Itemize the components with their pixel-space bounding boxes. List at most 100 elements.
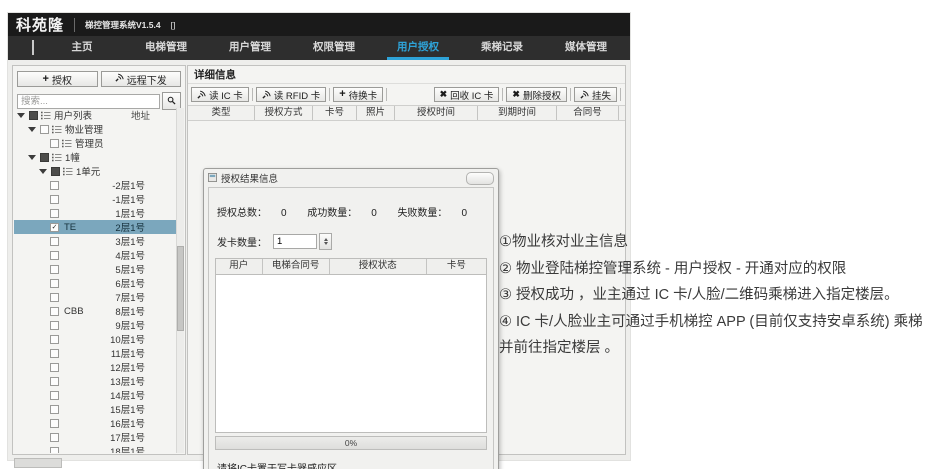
detail-table-header: 类型授权方式卡号照片授权时间到期时间合同号	[188, 105, 625, 121]
tree-floor-row-7[interactable]: 6层1号	[14, 276, 176, 290]
checkbox[interactable]: ✓	[50, 223, 59, 232]
nav-tab-3[interactable]: 权限管理	[292, 36, 376, 60]
toolbar-right-button-1[interactable]: ✖删除授权	[506, 87, 567, 102]
expand-arrow-icon[interactable]	[28, 155, 36, 160]
stat-value: 0	[461, 208, 467, 219]
checkbox[interactable]	[51, 167, 60, 176]
tree-floor-row-14[interactable]: 13层1号	[14, 374, 176, 388]
tree-scrollbar-thumb[interactable]	[177, 246, 184, 331]
result-column-header-1: 电梯合同号	[263, 259, 330, 274]
stepper-down-icon[interactable]	[324, 242, 328, 245]
tree-floor-row-12[interactable]: 11层1号	[14, 346, 176, 360]
remote-send-button-label: 远程下发	[127, 72, 167, 87]
tree-floor-row-6[interactable]: 5层1号	[14, 262, 176, 276]
dialog-body: 授权总数：0成功数量：0失败数量：0 发卡数量： 用户电梯合同号授权状态卡号 0…	[208, 187, 494, 469]
floor-label: -2层1号	[112, 178, 176, 192]
horizontal-scrollbar-thumb[interactable]	[14, 458, 62, 468]
checkbox[interactable]	[50, 251, 59, 260]
nav-tab-4[interactable]: 用户授权	[376, 36, 460, 60]
tree-scrollbar[interactable]	[176, 108, 184, 453]
expand-arrow-icon[interactable]	[28, 127, 36, 132]
tree-floor-row-16[interactable]: 15层1号	[14, 402, 176, 416]
checkbox[interactable]	[50, 391, 59, 400]
checkbox[interactable]	[50, 349, 59, 358]
result-table-header: 用户电梯合同号授权状态卡号	[216, 259, 486, 275]
tree-node-3[interactable]: 1幢	[14, 150, 176, 164]
tree-floor-row-9[interactable]: CBB8层1号	[14, 304, 176, 318]
tree-floor-row-5[interactable]: 4层1号	[14, 248, 176, 262]
nav-tab-0[interactable]: 主页	[40, 36, 124, 60]
nav-tab-2[interactable]: 用户管理	[208, 36, 292, 60]
checkbox[interactable]	[50, 433, 59, 442]
tree-node-0[interactable]: 用户列表地址	[14, 108, 176, 122]
toolbar-right-button-0[interactable]: ✖回收 IC 卡	[434, 87, 500, 102]
checkbox[interactable]	[50, 195, 59, 204]
checkbox[interactable]	[50, 265, 59, 274]
tree-node-label: 1幢	[65, 150, 80, 164]
tree-floor-row-18[interactable]: 17层1号	[14, 430, 176, 444]
checkbox[interactable]	[50, 181, 59, 190]
nav-tab-6[interactable]: 媒体管理	[544, 36, 628, 60]
checkbox[interactable]	[50, 209, 59, 218]
tree-floor-row-15[interactable]: 14层1号	[14, 388, 176, 402]
tree-floor-row-19[interactable]: 18层1号	[14, 444, 176, 453]
tree-floor-row-3[interactable]: ✓TE2层1号	[14, 220, 176, 234]
tree-floor-row-11[interactable]: 10层1号	[14, 332, 176, 346]
tree-floor-row-4[interactable]: 3层1号	[14, 234, 176, 248]
card-count-input[interactable]	[273, 234, 317, 249]
nav-tab-1[interactable]: 电梯管理	[124, 36, 208, 60]
checkbox[interactable]	[50, 293, 59, 302]
card-count-stepper[interactable]	[319, 233, 332, 250]
authorize-button[interactable]: + 授权	[17, 71, 98, 87]
expand-arrow-icon[interactable]	[39, 169, 47, 174]
toolbar-left-button-0-label: 读 IC 卡	[209, 88, 243, 102]
checkbox[interactable]	[50, 419, 59, 428]
tree-floor-row-10[interactable]: 9层1号	[14, 318, 176, 332]
detail-toolbar: 读 IC 卡读 RFID 卡 +待换卡 ✖回收 IC 卡 ✖删除授权挂失	[188, 84, 625, 105]
checkbox[interactable]	[50, 307, 59, 316]
column-header-6: 合同号	[557, 106, 619, 120]
checkbox[interactable]	[50, 335, 59, 344]
checkbox[interactable]	[50, 377, 59, 386]
dialog-title: 授权结果信息	[221, 171, 278, 185]
stepper-up-icon[interactable]	[324, 238, 328, 241]
toolbar-left-button-2[interactable]: +待换卡	[333, 87, 383, 102]
stat-0: 授权总数：0	[217, 204, 287, 219]
divider	[74, 18, 75, 32]
tree-node-1[interactable]: 物业管理	[14, 122, 176, 136]
checkbox[interactable]	[50, 447, 59, 454]
tree-floor-row-8[interactable]: 7层1号	[14, 290, 176, 304]
dialog-title-bar: 授权结果信息	[204, 169, 498, 186]
checkbox[interactable]	[50, 139, 59, 148]
tree-floor-row-17[interactable]: 16层1号	[14, 416, 176, 430]
checkbox[interactable]	[40, 153, 49, 162]
floor-label: 14层1号	[110, 388, 176, 402]
checkbox[interactable]	[50, 363, 59, 372]
tree-node-4[interactable]: 1单元	[14, 164, 176, 178]
toolbar-right-button-2[interactable]: 挂失	[574, 87, 617, 102]
remote-send-button[interactable]: 远程下发	[101, 71, 182, 87]
floor-label: 2层1号	[115, 220, 176, 234]
tree-floor-row-0[interactable]: -2层1号	[14, 178, 176, 192]
tree-node-2[interactable]: 管理员	[14, 136, 176, 150]
expand-arrow-icon[interactable]	[17, 113, 25, 118]
tree-floor-row-1[interactable]: -1层1号	[14, 192, 176, 206]
toolbar-divider	[386, 88, 387, 101]
read-card-icon	[197, 90, 206, 99]
nav-tab-5[interactable]: 乘梯记录	[460, 36, 544, 60]
close-button[interactable]	[466, 172, 494, 185]
checkbox[interactable]	[50, 405, 59, 414]
checkbox[interactable]	[40, 125, 49, 134]
tree-node-label: 管理员	[75, 136, 104, 150]
tree-floor-row-13[interactable]: 12层1号	[14, 360, 176, 374]
stat-label: 成功数量：	[307, 208, 357, 219]
checkbox[interactable]	[50, 321, 59, 330]
tree-floor-row-2[interactable]: 1层1号	[14, 206, 176, 220]
checkbox[interactable]	[29, 111, 38, 120]
toolbar-left-button-0[interactable]: 读 IC 卡	[191, 87, 249, 102]
checkbox[interactable]	[50, 237, 59, 246]
user-tree-panel: + 授权 远程下发 用户列表地址物业管理管理员1幢1单元-2层1号-1层1号1层…	[12, 65, 186, 455]
search-input[interactable]	[17, 94, 160, 109]
toolbar-left-button-1[interactable]: 读 RFID 卡	[256, 87, 326, 102]
checkbox[interactable]	[50, 279, 59, 288]
